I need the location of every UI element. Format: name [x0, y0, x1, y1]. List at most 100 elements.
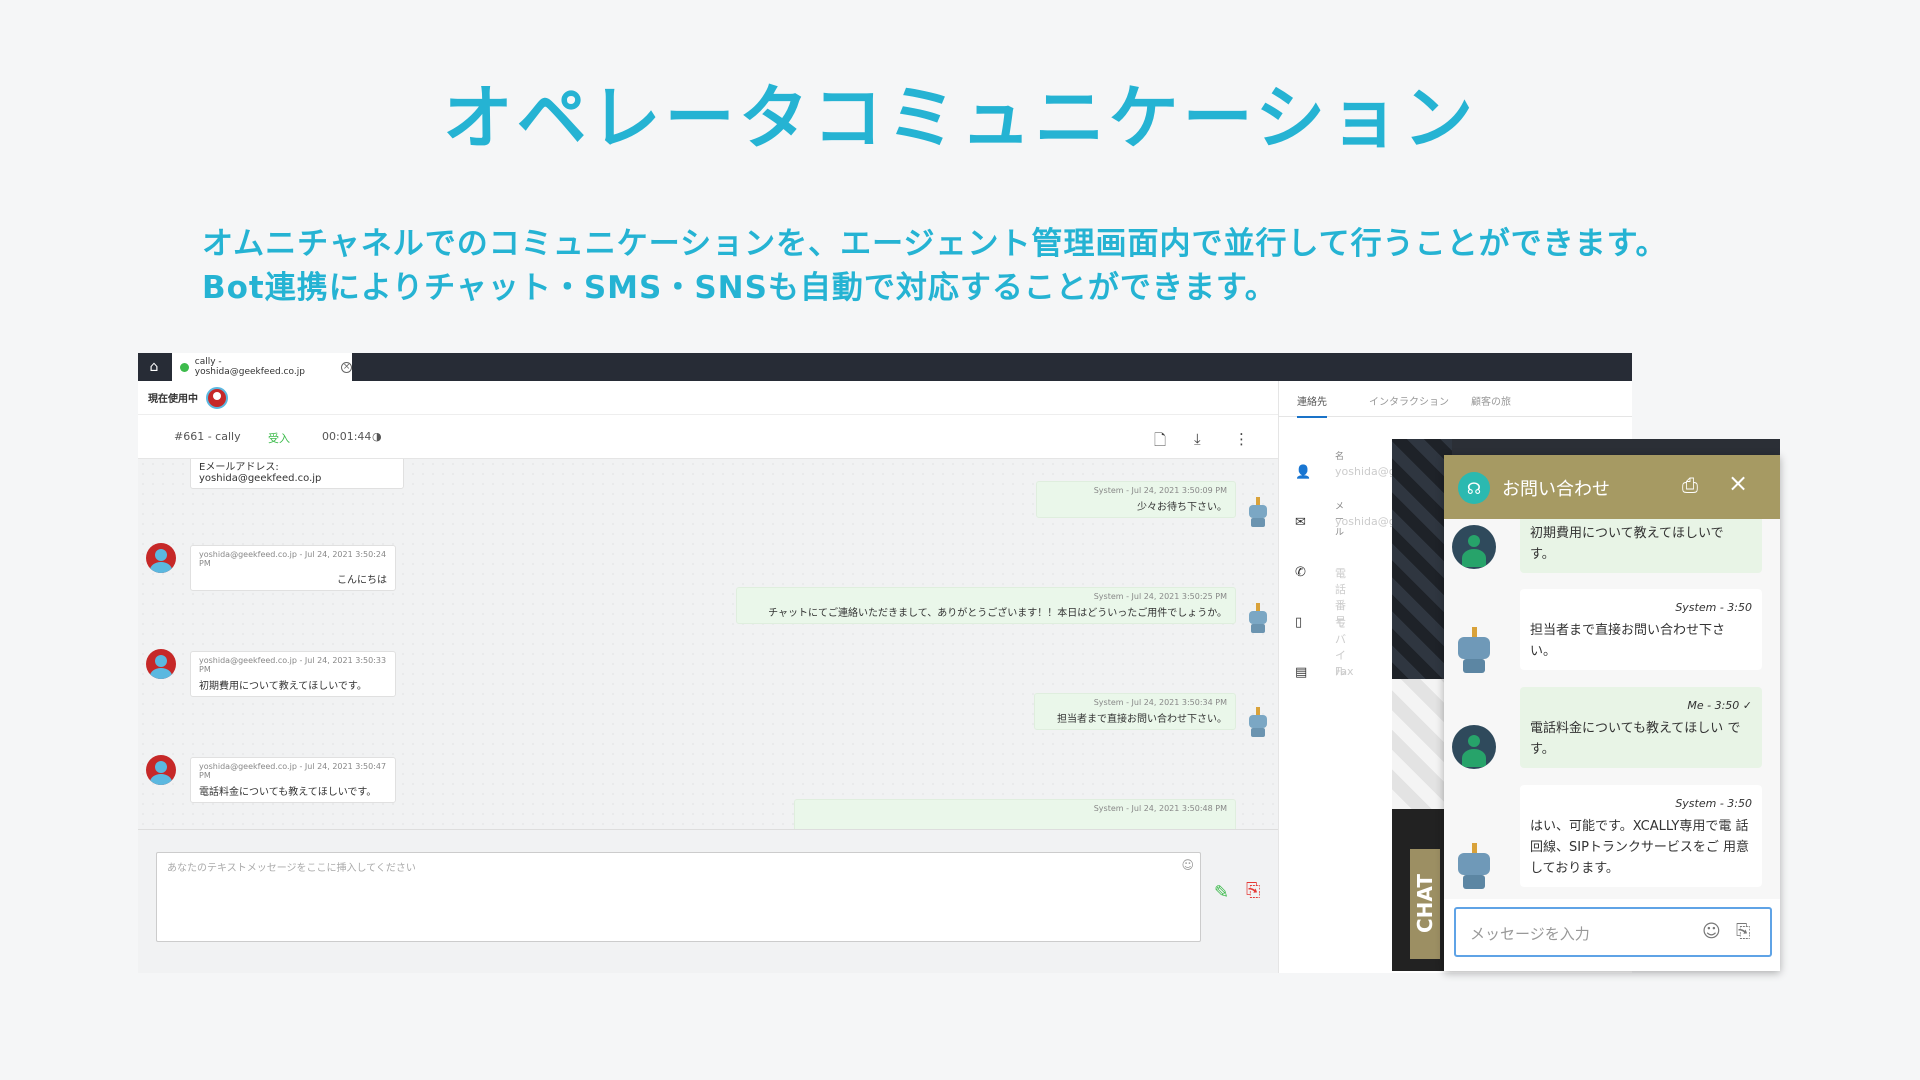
user-avatar [1452, 725, 1496, 769]
message-bubble: System - Jul 24, 2021 3:50:09 PM 少々お待ち下さ… [1036, 481, 1236, 518]
widget-message: System - 3:50 はい、可能です。XCALLY専用で電 話回線、SIP… [1520, 785, 1762, 887]
widget-message-text: 初期費用について教えてほしいで す。 [1530, 526, 1724, 562]
widget-message-text: 担当者まで直接お問い合わせ下さ い。 [1530, 623, 1726, 659]
contact-name-field[interactable]: 👤 名 yoshida@g [1295, 452, 1396, 480]
subtitle-line-2: Bot連携によりチャット・SMS・SNSも自動で対応することができます。 [202, 270, 1277, 306]
message-text: 初期費用について教えてほしいです。 [199, 681, 367, 692]
online-dot-icon [180, 362, 189, 372]
message-text: Eメールアドレス: yoshida@geekfeed.co.jp [199, 462, 322, 484]
customer-avatar [146, 649, 176, 679]
page-subtitle: オムニチャネルでのコミュニケーションを、エージェント管理画面内で並行して行うこと… [202, 222, 1668, 310]
download-icon[interactable]: ⤓ [1194, 430, 1201, 448]
contact-mobile-field[interactable]: ▯ モバイル [1295, 615, 1346, 678]
message-meta: System - Jul 24, 2021 3:50:25 PM [1093, 592, 1227, 601]
user-avatar [1452, 525, 1496, 569]
widget-message: System - 3:50 担当者まで直接お問い合わせ下さ い。 [1520, 589, 1762, 670]
contact-phone-field[interactable]: ✆ 電話番号 [1295, 565, 1346, 628]
chat-side-tab-label: CHAT [1410, 849, 1440, 959]
widget-header: ☊ お問い合わせ ⎙ × [1444, 455, 1780, 519]
message-bubble: System - Jul 24, 2021 3:50:48 PM [794, 799, 1236, 829]
compose-area: あなたのテキストメッセージをここに挿入してください ☺ ✎ ⎘ [138, 829, 1278, 973]
person-icon: 👤 [1295, 465, 1312, 480]
contact-tabs: 連絡先 インタラクション 顧客の旅 [1279, 381, 1632, 418]
agent-avatar[interactable] [206, 386, 228, 409]
bot-avatar [1454, 843, 1494, 889]
widget-messages[interactable]: 初期費用について教えてほしいで す。 System - 3:50 担当者まで直接… [1444, 519, 1780, 899]
contact-name-value: yoshida@g [1335, 465, 1396, 478]
message-input[interactable]: あなたのテキストメッセージをここに挿入してください ☺ [156, 852, 1201, 942]
message-text: 少々お待ち下さい。 [1137, 502, 1227, 513]
attachment-icon[interactable]: ⎘ [1246, 880, 1260, 901]
status-row: 現在使用中 [138, 381, 1278, 415]
page-title: オペレータコミュニケーション [442, 77, 1478, 159]
more-menu-icon[interactable]: ⋮ [1234, 430, 1249, 448]
message-text: こんにちは [337, 575, 387, 586]
widget-input-placeholder: メッセージを入力 [1470, 925, 1590, 943]
contact-name-label: 名 [1335, 452, 1345, 462]
subtitle-line-1: オムニチャネルでのコミュニケーションを、エージェント管理画面内で並行して行うこと… [202, 226, 1668, 262]
message-meta: yoshida@geekfeed.co.jp - Jul 24, 2021 3:… [199, 656, 387, 674]
chat-side-tab[interactable]: CHAT [1392, 809, 1452, 971]
message-meta: System - Jul 24, 2021 3:50:48 PM [1093, 804, 1227, 813]
message-bubble: yoshida@geekfeed.co.jp - Jul 24, 2021 3:… [190, 545, 396, 591]
message-bubble: Eメールアドレス: yoshida@geekfeed.co.jp [190, 459, 404, 489]
message-bubble: System - Jul 24, 2021 3:50:34 PM 担当者まで直接… [1034, 693, 1236, 730]
contact-fax-field[interactable]: ▤ Fax [1295, 665, 1354, 680]
session-tab[interactable]: cally - yoshida@geekfeed.co.jp × [172, 353, 352, 381]
magic-wand-icon[interactable]: ✎ [1214, 882, 1229, 903]
customer-avatar [146, 755, 176, 785]
close-icon[interactable]: × [1728, 469, 1748, 497]
close-tab-icon[interactable]: × [341, 361, 352, 373]
contact-fax-label: Fax [1335, 665, 1354, 678]
conversation-timer: 00:01:44 [322, 430, 372, 443]
pattern-image [1392, 679, 1452, 809]
message-text: 電話料金についても教えてほしいです。 [199, 787, 377, 798]
document-icon[interactable]: 🗋 [1154, 430, 1166, 455]
emoji-icon[interactable]: ☺ [1702, 921, 1721, 942]
conversation-direction: 受入 [268, 432, 290, 445]
message-input-placeholder: あなたのテキストメッセージをここに挿入してください [167, 863, 416, 874]
keyboard-image [1392, 439, 1452, 679]
phone-icon: ✆ [1295, 565, 1306, 580]
top-bar: ⌂ cally - yoshida@geekfeed.co.jp × [138, 353, 1632, 381]
customer-avatar [146, 543, 176, 573]
contact-email-value: yoshida@g [1335, 515, 1396, 528]
attachment-icon[interactable]: ⎘ [1736, 921, 1750, 942]
tab-customer-journey[interactable]: 顧客の旅 [1471, 393, 1511, 408]
widget-message: 初期費用について教えてほしいで す。 [1520, 519, 1762, 573]
tab-interaction[interactable]: インタラクション [1369, 393, 1449, 408]
home-icon[interactable]: ⌂ [138, 353, 170, 381]
message-meta: yoshida@geekfeed.co.jp - Jul 24, 2021 3:… [199, 550, 387, 568]
chat-history[interactable]: Eメールアドレス: yoshida@geekfeed.co.jp System … [138, 459, 1278, 829]
timer-info-icon: ◑ [372, 430, 382, 443]
widget-message-text: はい、可能です。XCALLY専用で電 話回線、SIPトランクサービスをご 用意し… [1530, 819, 1750, 876]
widget-message-meta: System - 3:50 [1675, 797, 1752, 810]
message-text: チャットにてご連絡いただきまして、ありがとうございます！！本日はどういったご用件… [768, 608, 1227, 619]
message-meta: System - Jul 24, 2021 3:50:09 PM [1093, 486, 1227, 495]
message-meta: yoshida@geekfeed.co.jp - Jul 24, 2021 3:… [199, 762, 387, 780]
widget-message-meta: Me - 3:50 ✓ [1687, 699, 1752, 712]
widget-message-text: 電話料金についても教えてほしい です。 [1530, 721, 1741, 757]
message-bubble: yoshida@geekfeed.co.jp - Jul 24, 2021 3:… [190, 757, 396, 803]
message-bubble: yoshida@geekfeed.co.jp - Jul 24, 2021 3:… [190, 651, 396, 697]
print-icon[interactable]: ⎙ [1682, 473, 1698, 497]
bot-avatar [1246, 707, 1270, 737]
status-label: 現在使用中 [148, 394, 198, 405]
message-text: 担当者まで直接お問い合わせ下さい。 [1057, 714, 1227, 725]
bot-avatar [1454, 627, 1494, 673]
contact-email-field[interactable]: ✉ メール yoshida@g [1295, 502, 1396, 538]
bot-avatar [1246, 603, 1270, 633]
chat-widget: ☊ お問い合わせ ⎙ × 初期費用について教えてほしいで す。 System -… [1444, 455, 1780, 971]
headset-icon: ☊ [1458, 472, 1490, 504]
mail-icon: ✉ [1295, 515, 1306, 530]
widget-message-input[interactable]: メッセージを入力 ☺ ⎘ [1454, 907, 1772, 957]
widget-message-meta: System - 3:50 [1675, 601, 1752, 614]
message-meta: System - Jul 24, 2021 3:50:34 PM [1093, 698, 1227, 707]
widget-message: Me - 3:50 ✓ 電話料金についても教えてほしい です。 [1520, 687, 1762, 768]
conversation-header: #661 - cally 受入 00:01:44 ◑ 🗋 ⤓ ⋮ [138, 415, 1278, 459]
tab-contact[interactable]: 連絡先 [1297, 393, 1327, 418]
session-tab-label: cally - yoshida@geekfeed.co.jp [194, 357, 305, 377]
emoji-icon[interactable]: ☺ [1181, 858, 1194, 872]
mobile-icon: ▯ [1295, 615, 1303, 630]
widget-title: お問い合わせ [1502, 479, 1610, 500]
